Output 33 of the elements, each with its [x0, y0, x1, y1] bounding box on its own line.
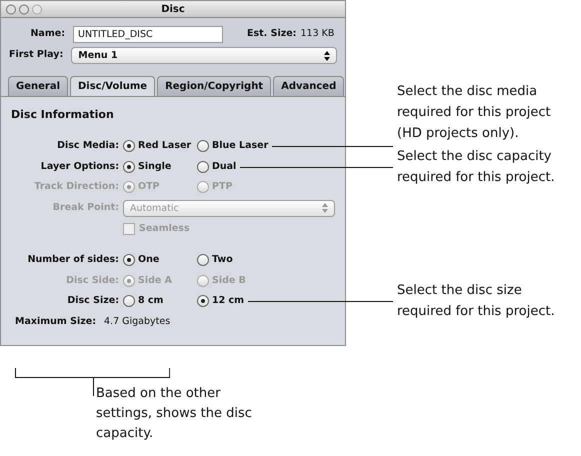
radio-button[interactable]: One: [123, 252, 197, 267]
field-label: Est. Size:: [247, 27, 296, 42]
name-field[interactable]: UNTITLED_DISC: [73, 26, 223, 43]
field-label: Disc Size:: [66, 294, 120, 308]
callout-text: Based on the other settings, shows the disc capacity.: [96, 384, 253, 443]
field-label: Break Point:: [52, 201, 120, 216]
field-label: Track Direction:: [33, 180, 120, 194]
callout-text: Select the disc size required for this project.: [397, 282, 556, 321]
section-title: Disc Information: [11, 107, 115, 123]
callout-text: Select the disc media required for this project (HD projects only).: [397, 83, 552, 143]
callout-text: Select the disc capacity required for this project.: [397, 148, 556, 187]
radio-button[interactable]: Single: [123, 160, 197, 174]
field-label: Layer Options:: [40, 160, 120, 174]
radio-button[interactable]: Two: [197, 252, 271, 267]
radio-button[interactable]: 12 cm: [197, 294, 271, 309]
field-label: Disc Side:: [65, 274, 120, 288]
tab[interactable]: Disc/Volume: [70, 76, 156, 96]
first-play-dropdown[interactable]: Menu 1: [71, 47, 337, 64]
field-label: Number of sides:: [26, 252, 120, 267]
field-label: Name:: [29, 27, 65, 42]
tab[interactable]: Advanced: [273, 76, 344, 96]
field-label: Maximum Size:: [15, 315, 96, 330]
window-title: Disc: [161, 3, 185, 17]
size-value: 113 KB: [300, 27, 334, 42]
field-label: First Play:: [9, 48, 64, 62]
radio-button[interactable]: Red Laser: [123, 138, 197, 154]
tab[interactable]: General: [8, 76, 68, 96]
radio-button[interactable]: Dual: [197, 160, 271, 174]
tab[interactable]: Region/Copyright: [157, 76, 272, 96]
radio-button[interactable]: Blue Laser: [197, 138, 271, 154]
radio-button[interactable]: 8 cm: [123, 294, 197, 309]
field-label: Disc Media:: [56, 138, 120, 153]
size-value: 4.7 Gigabytes: [104, 315, 170, 330]
